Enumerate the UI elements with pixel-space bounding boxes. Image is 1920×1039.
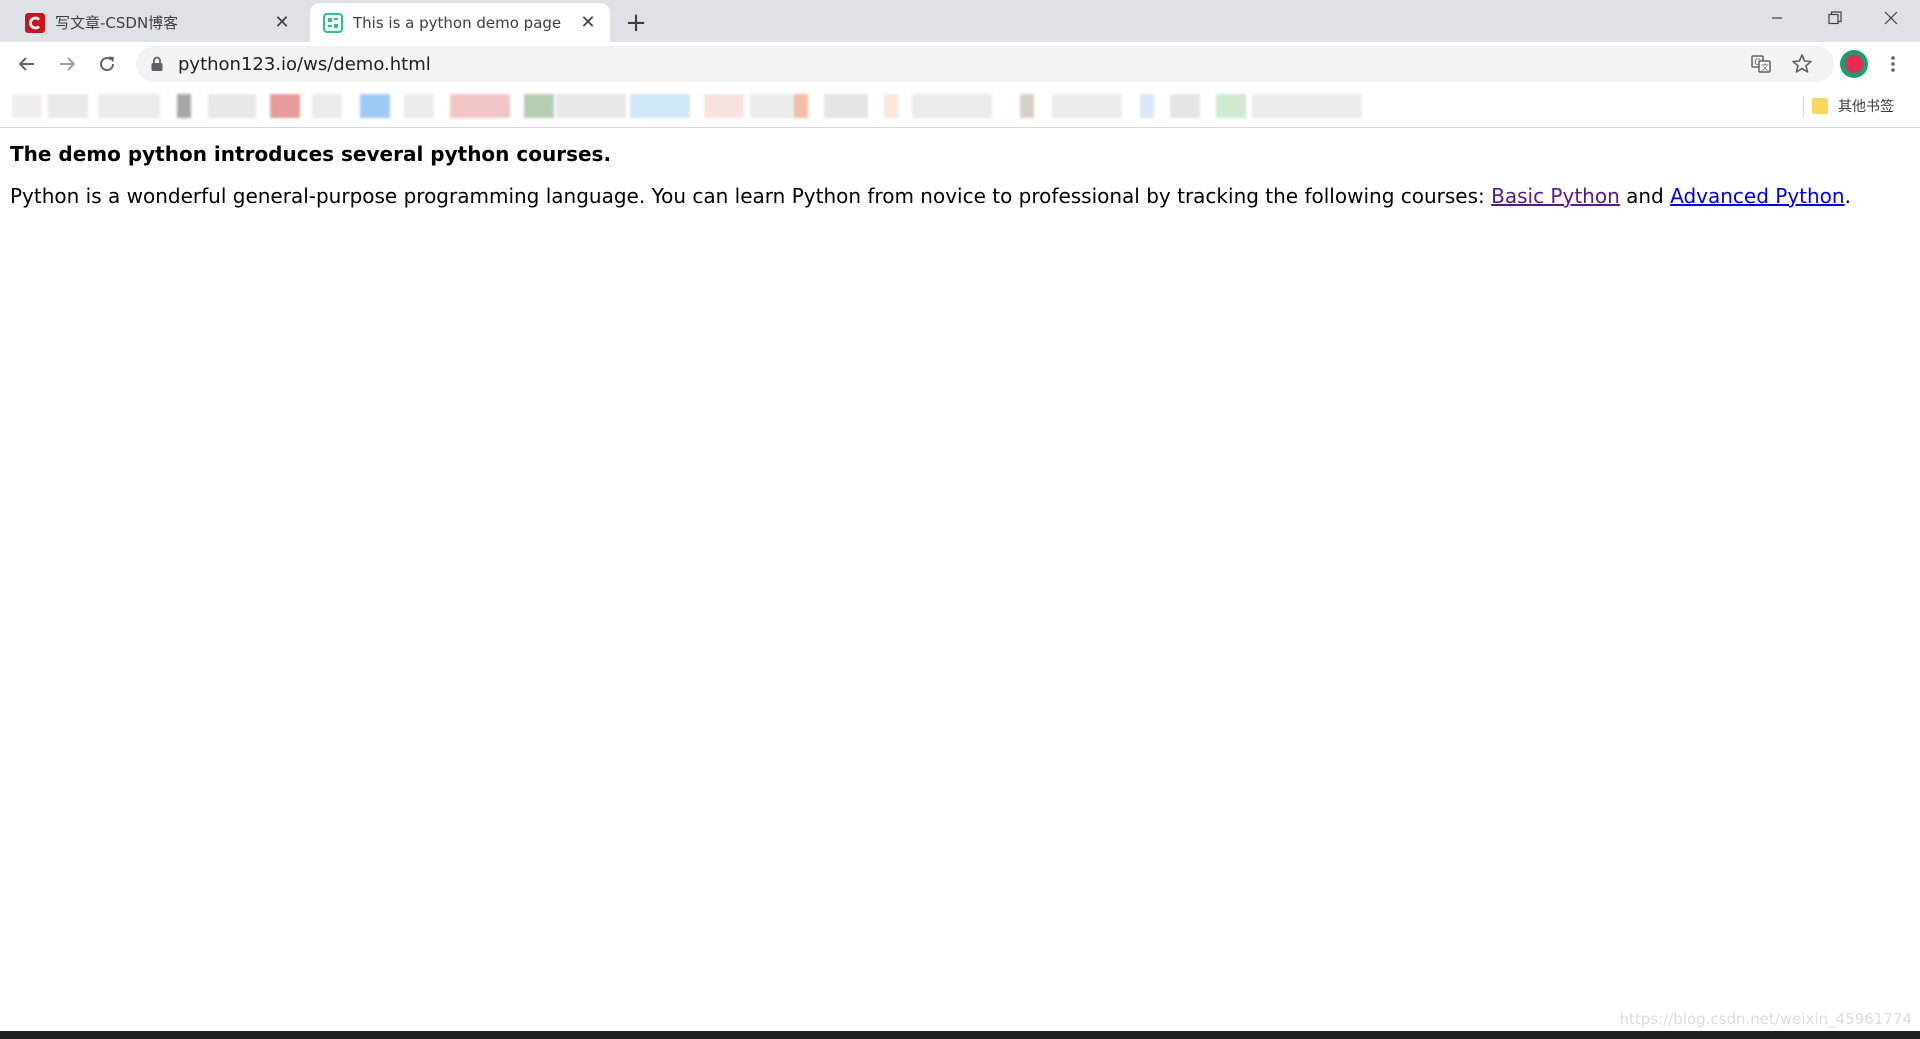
lock-icon[interactable] — [150, 56, 164, 72]
browser-toolbar: python123.io/ws/demo.html G 文 — [0, 42, 1920, 86]
page-heading: The demo python introduces several pytho… — [10, 142, 612, 166]
profile-avatar-icon — [1845, 55, 1863, 73]
more-menu-icon[interactable] — [1880, 50, 1906, 78]
folder-icon — [1812, 98, 1828, 114]
tab-strip: 写文章-CSDN博客 ✕ This is a python demo page … — [0, 0, 1920, 42]
watermark-text: https://blog.csdn.net/weixin_45961774 — [1619, 1010, 1912, 1028]
python123-logo-icon — [323, 12, 343, 33]
period-text: . — [1844, 184, 1851, 208]
minimize-icon[interactable] — [1748, 0, 1806, 36]
conjunction-text: and — [1619, 184, 1671, 208]
bookmarks-bar: 其他书签 — [0, 86, 1920, 128]
paragraph-text: Python is a wonderful general-purpose pr… — [10, 184, 1492, 208]
close-tab-icon[interactable]: ✕ — [270, 11, 294, 35]
reload-icon[interactable] — [91, 48, 123, 80]
os-taskbar — [0, 1031, 1920, 1039]
blurred-bookmarks — [12, 90, 1402, 122]
tab-title: This is a python demo page — [353, 13, 562, 32]
tab-csdn[interactable]: 写文章-CSDN博客 ✕ — [12, 3, 304, 42]
svg-text:文: 文 — [1761, 62, 1769, 72]
restore-icon[interactable] — [1806, 0, 1864, 36]
translate-icon[interactable]: G 文 — [1750, 53, 1772, 75]
advanced-python-link[interactable]: Advanced Python — [1670, 184, 1844, 208]
url-text[interactable]: python123.io/ws/demo.html — [178, 54, 431, 75]
forward-arrow-icon[interactable] — [51, 48, 83, 80]
close-icon[interactable] — [1862, 0, 1920, 36]
bookmarks-separator — [1803, 96, 1804, 118]
bookmark-star-icon[interactable] — [1791, 53, 1813, 75]
intro-paragraph: Python is a wonderful general-purpose pr… — [10, 184, 1851, 208]
tab-title: 写文章-CSDN博客 — [55, 14, 179, 32]
tab-python-demo[interactable]: This is a python demo page ✕ — [310, 3, 610, 42]
basic-python-link[interactable]: Basic Python — [1491, 184, 1620, 208]
other-bookmarks-folder[interactable]: 其他书签 — [1812, 96, 1894, 116]
other-bookmarks-label: 其他书签 — [1838, 99, 1894, 115]
close-tab-icon[interactable]: ✕ — [576, 11, 600, 35]
back-arrow-icon[interactable] — [11, 48, 43, 80]
profile-avatar[interactable] — [1840, 50, 1868, 78]
new-tab-plus-icon[interactable]: + — [621, 8, 651, 38]
csdn-logo-icon — [25, 12, 45, 33]
page-content: The demo python introduces several pytho… — [0, 128, 1920, 1031]
address-bar[interactable]: python123.io/ws/demo.html G 文 — [136, 46, 1834, 82]
